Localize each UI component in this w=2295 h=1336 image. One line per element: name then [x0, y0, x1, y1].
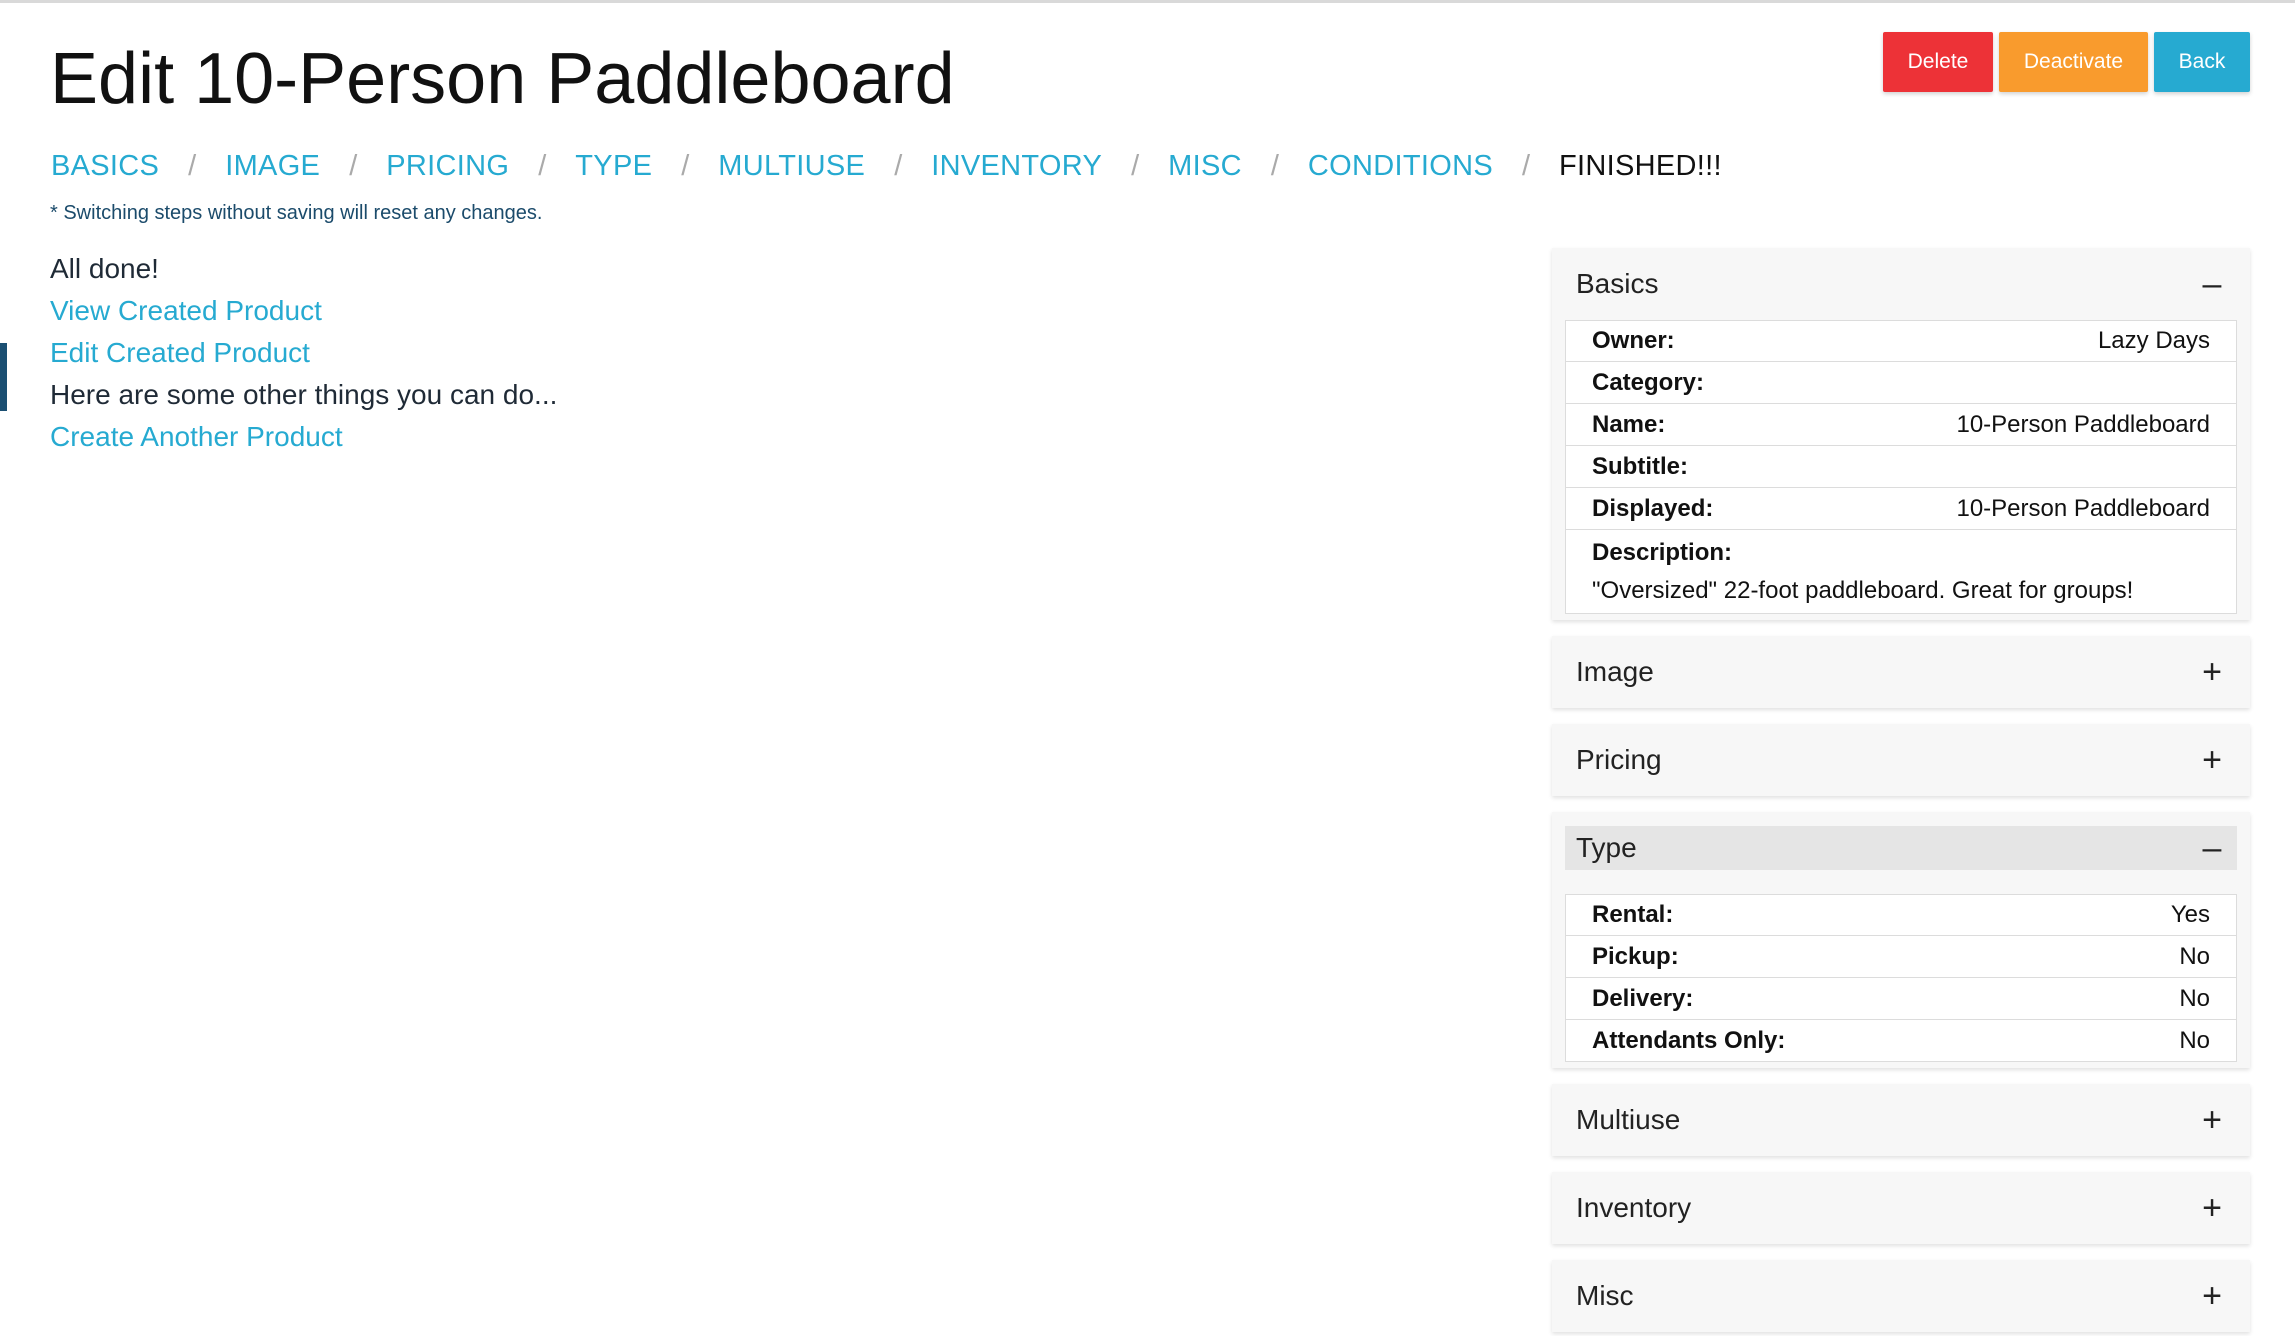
collapse-icon[interactable]: – [2198, 829, 2226, 868]
owner-label: Owner: [1592, 327, 1675, 354]
type-panel-title: Type [1576, 832, 1637, 863]
step-separator: / [538, 150, 547, 182]
edit-created-product-link[interactable]: Edit Created Product [50, 332, 557, 374]
inventory-panel-title: Inventory [1576, 1192, 1692, 1223]
action-buttons: Delete Deactivate Back [1883, 32, 2250, 92]
pricing-panel-title: Pricing [1576, 744, 1662, 775]
step-finished-current: FINISHED!!! [1559, 150, 1722, 182]
summary-sidebar: Basics – Owner: Lazy Days Category: Name… [1552, 248, 2250, 1336]
step-separator: / [349, 150, 358, 182]
name-value: 10-Person Paddleboard [1956, 410, 2210, 438]
rental-value: Yes [2170, 901, 2210, 928]
pickup-label: Pickup: [1592, 942, 1679, 970]
multiuse-panel-title: Multiuse [1576, 1104, 1681, 1135]
expand-icon[interactable]: + [2198, 1189, 2226, 1228]
expand-icon[interactable]: + [2198, 1277, 2226, 1316]
misc-panel-header[interactable]: Misc + [1552, 1260, 2250, 1332]
unsaved-changes-note: * Switching steps without saving will re… [50, 202, 543, 224]
collapse-icon[interactable]: – [2198, 265, 2226, 304]
pricing-panel-header[interactable]: Pricing + [1552, 724, 2250, 796]
basics-panel-title: Basics [1576, 268, 1659, 299]
other-things-text: Here are some other things you can do... [50, 379, 558, 410]
step-image[interactable]: IMAGE [225, 150, 320, 183]
page-title: Edit 10-Person Paddleboard [50, 39, 955, 119]
step-conditions[interactable]: CONDITIONS [1308, 150, 1493, 183]
type-panel-body: Rental: Yes Pickup: No Delivery: No Atte… [1552, 870, 2250, 1068]
inventory-panel-header[interactable]: Inventory + [1552, 1172, 2250, 1244]
expand-icon[interactable]: + [2198, 1101, 2226, 1140]
inventory-panel: Inventory + [1552, 1172, 2250, 1244]
create-another-product-link[interactable]: Create Another Product [50, 416, 557, 458]
subtitle-row: Subtitle: [1565, 446, 2237, 488]
step-separator: / [1521, 150, 1531, 182]
expand-icon[interactable]: + [2198, 741, 2226, 780]
displayed-row: Displayed: 10-Person Paddleboard [1565, 488, 2237, 530]
step-separator: / [1270, 150, 1279, 182]
description-label: Description: [1592, 538, 1733, 566]
step-separator: / [1131, 150, 1140, 182]
owner-value: Lazy Days [2097, 327, 2210, 354]
expand-icon[interactable]: + [2198, 653, 2226, 692]
rental-row: Rental: Yes [1565, 894, 2237, 936]
displayed-label: Displayed: [1592, 494, 1714, 522]
step-separator: / [681, 150, 690, 182]
top-rule [0, 0, 2295, 3]
step-type[interactable]: TYPE [575, 150, 652, 183]
step-basics[interactable]: BASICS [51, 150, 159, 183]
step-inventory[interactable]: INVENTORY [931, 150, 1102, 183]
step-breadcrumb: BASICS / IMAGE / PRICING / TYPE / MULTIU… [51, 150, 1722, 183]
subtitle-label: Subtitle: [1592, 452, 1688, 480]
basics-panel-body: Owner: Lazy Days Category: Name: 10-Pers… [1552, 320, 2250, 620]
basics-panel: Basics – Owner: Lazy Days Category: Name… [1552, 248, 2250, 620]
pickup-row: Pickup: No [1565, 936, 2237, 978]
step-multiuse[interactable]: MULTIUSE [718, 150, 865, 183]
attendants-only-label: Attendants Only: [1592, 1026, 1786, 1054]
attendants-only-row: Attendants Only: No [1565, 1020, 2237, 1062]
delete-button[interactable]: Delete [1883, 32, 1993, 92]
displayed-value: 10-Person Paddleboard [1956, 494, 2210, 522]
view-created-product-link[interactable]: View Created Product [50, 290, 557, 332]
attendants-only-value: No [2179, 1026, 2210, 1054]
back-button[interactable]: Back [2154, 32, 2250, 92]
delivery-value: No [2179, 984, 2210, 1012]
deactivate-button[interactable]: Deactivate [1999, 32, 2148, 92]
basics-panel-header[interactable]: Basics – [1552, 248, 2250, 320]
category-label: Category: [1592, 368, 1705, 396]
left-edge-marker [0, 343, 7, 411]
finished-content: All done! View Created Product Edit Crea… [50, 248, 557, 458]
category-row: Category: [1565, 362, 2237, 404]
owner-row: Owner: Lazy Days [1565, 320, 2237, 362]
misc-panel: Misc + [1552, 1260, 2250, 1332]
pricing-panel: Pricing + [1552, 724, 2250, 796]
image-panel: Image + [1552, 636, 2250, 708]
multiuse-panel: Multiuse + [1552, 1084, 2250, 1156]
step-pricing[interactable]: PRICING [386, 150, 509, 183]
delivery-label: Delivery: [1592, 984, 1694, 1012]
pickup-value: No [2179, 942, 2210, 970]
name-row: Name: 10-Person Paddleboard [1565, 404, 2237, 446]
description-row: Description: "Oversized" 22-foot paddleb… [1565, 530, 2237, 614]
multiuse-panel-header[interactable]: Multiuse + [1552, 1084, 2250, 1156]
step-misc[interactable]: MISC [1168, 150, 1242, 183]
image-panel-title: Image [1576, 656, 1654, 687]
misc-panel-title: Misc [1576, 1280, 1634, 1311]
name-label: Name: [1592, 410, 1666, 438]
type-panel: Type – Rental: Yes Pickup: No Delivery: … [1552, 812, 2250, 1068]
type-panel-header[interactable]: Type – [1565, 826, 2237, 870]
image-panel-header[interactable]: Image + [1552, 636, 2250, 708]
step-separator: / [894, 150, 903, 182]
all-done-text: All done! [50, 253, 159, 284]
delivery-row: Delivery: No [1565, 978, 2237, 1020]
step-separator: / [188, 150, 197, 182]
description-value: "Oversized" 22-foot paddleboard. Great f… [1592, 576, 2134, 604]
rental-label: Rental: [1592, 901, 1674, 928]
